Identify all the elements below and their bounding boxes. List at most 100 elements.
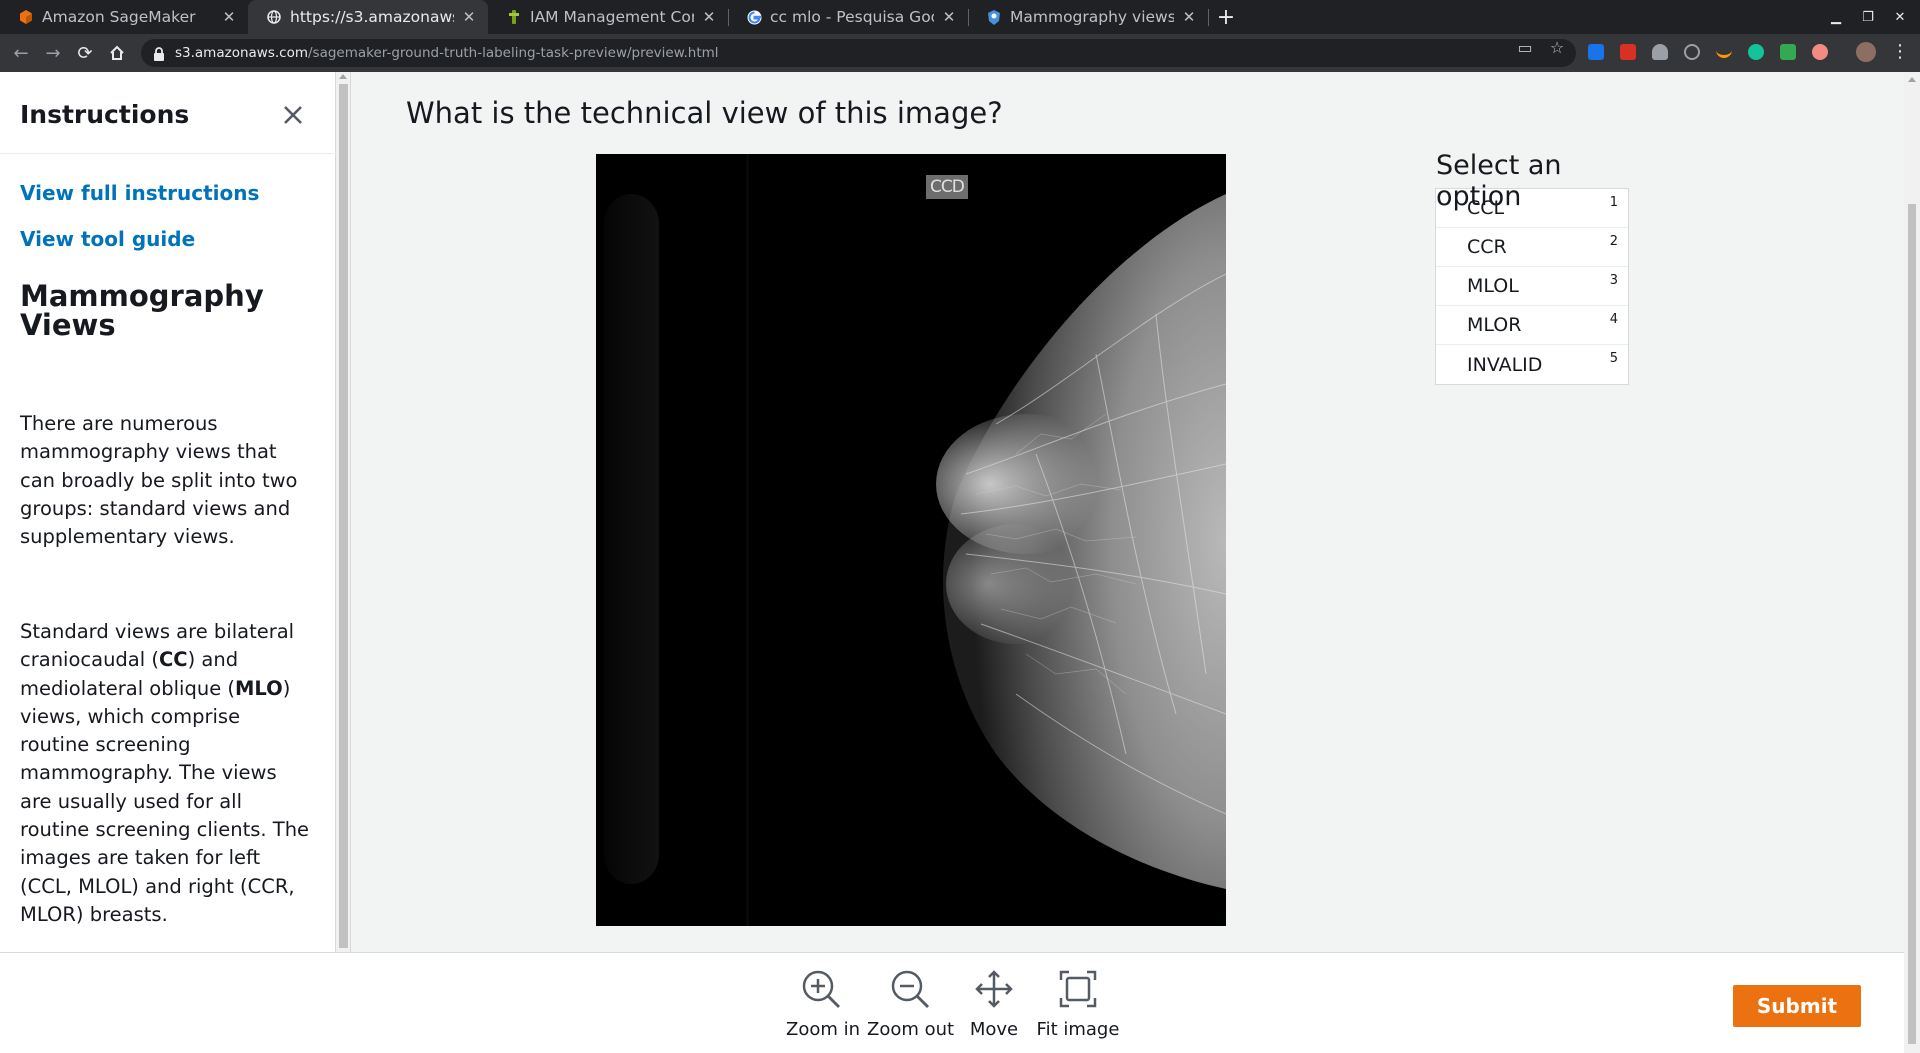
instructions-heading: Mammography Views xyxy=(20,279,264,342)
tab-title: cc mlo - Pesquisa Google xyxy=(770,8,934,26)
tab-close-icon[interactable]: ✕ xyxy=(940,8,958,26)
lock-icon xyxy=(153,46,167,61)
option-mlor[interactable]: MLOR 4 xyxy=(1436,306,1628,345)
view-tool-guide-link[interactable]: View tool guide xyxy=(20,227,195,251)
address-bar[interactable]: s3.amazonaws.com/sagemaker-ground-truth-… xyxy=(141,39,1576,67)
reload-icon[interactable]: ⟳ xyxy=(72,40,98,66)
option-label: MLOL xyxy=(1467,275,1519,297)
restore-icon[interactable]: ❐ xyxy=(1852,0,1884,34)
radiopaedia-icon xyxy=(986,9,1002,25)
option-label: CCL xyxy=(1467,197,1505,219)
extension-history-icon[interactable] xyxy=(1684,44,1700,60)
url-text: s3.amazonaws.com/sagemaker-ground-truth-… xyxy=(175,45,719,61)
move-button[interactable]: Move xyxy=(964,968,1024,1040)
zoom-in-button[interactable]: Zoom in xyxy=(786,968,861,1040)
tab-separator xyxy=(1208,9,1209,26)
bookmark-star-icon[interactable]: ☆ xyxy=(1546,38,1568,57)
new-tab-plus-icon[interactable]: + xyxy=(1213,0,1239,34)
instructions-header: Instructions xyxy=(0,72,336,154)
browser-menu-icon[interactable]: ⋮ xyxy=(1890,41,1910,62)
instructions-title: Instructions xyxy=(20,100,190,129)
option-label: CCR xyxy=(1467,236,1507,258)
option-ccl[interactable]: CCL 1 xyxy=(1436,189,1628,228)
tab-title: Mammography views | R xyxy=(1010,8,1174,26)
view-full-instructions-link[interactable]: View full instructions xyxy=(20,181,259,205)
install-app-icon[interactable]: ▭ xyxy=(1514,38,1536,57)
option-shortcut-key: 1 xyxy=(1609,195,1618,210)
tab-s3-preview[interactable]: https://s3.amazonaws.co ✕ xyxy=(248,0,488,34)
option-label: INVALID xyxy=(1467,353,1543,376)
instructions-paragraph: Standard views are bilateral craniocauda… xyxy=(20,620,310,926)
option-shortcut-key: 2 xyxy=(1609,234,1618,249)
tab-iam-console[interactable]: IAM Management Conso ✕ xyxy=(488,0,728,34)
grammarly-icon[interactable] xyxy=(1748,44,1764,60)
page-scrollbar[interactable] xyxy=(1904,72,1920,1053)
tab-close-icon[interactable]: ✕ xyxy=(700,8,718,26)
option-shortcut-key: 5 xyxy=(1609,351,1618,366)
forward-arrow-icon[interactable]: → xyxy=(40,40,66,66)
option-shortcut-key: 4 xyxy=(1609,312,1618,327)
move-label: Move xyxy=(969,1019,1019,1040)
scrollbar-thumb[interactable] xyxy=(339,84,348,948)
instructions-scrollbar[interactable] xyxy=(336,72,351,952)
profile-avatar[interactable] xyxy=(1856,42,1876,62)
zoom-out-button[interactable]: Zoom out xyxy=(867,968,955,1040)
option-mlol[interactable]: MLOL 3 xyxy=(1436,267,1628,306)
options-title: Select an option xyxy=(1436,150,1562,212)
tab-google-search[interactable]: cc mlo - Pesquisa Google ✕ xyxy=(728,0,968,34)
zoom-in-label: Zoom in xyxy=(786,1019,861,1040)
tab-title: Amazon SageMaker xyxy=(42,8,196,26)
scroll-up-arrow-icon[interactable] xyxy=(339,74,347,79)
zoom-in-icon xyxy=(802,970,840,1008)
browser-tab-strip: Amazon SageMaker ✕ https://s3.amazonaws.… xyxy=(0,0,1920,34)
tab-radiopaedia[interactable]: Mammography views | R ✕ xyxy=(968,0,1208,34)
scrollbar-thumb[interactable] xyxy=(1908,204,1916,1044)
option-ccr[interactable]: CCR 2 xyxy=(1436,228,1628,267)
option-label: MLOR xyxy=(1467,314,1522,336)
tab-separator xyxy=(968,9,969,26)
browser-toolbar: ← → ⟳ s3.amazonaws.com/sagemaker-ground-… xyxy=(0,34,1920,72)
extension-icon[interactable] xyxy=(1588,44,1604,60)
minimize-icon[interactable]: ▁ xyxy=(1820,0,1852,34)
extension-icon[interactable] xyxy=(1812,44,1828,60)
zoom-out-label: Zoom out xyxy=(867,1019,955,1040)
image-view-tag: CCD xyxy=(926,175,968,199)
amazon-assistant-icon[interactable] xyxy=(1716,48,1732,58)
extension-sheets-icon[interactable] xyxy=(1780,44,1796,60)
option-list: CCL 1 CCR 2 MLOL 3 MLOR 4 INVALID 5 xyxy=(1435,188,1629,385)
extension-icon[interactable] xyxy=(1620,44,1636,60)
move-arrows-icon xyxy=(975,970,1013,1008)
tab-amazon-sagemaker[interactable]: Amazon SageMaker ✕ xyxy=(0,0,248,34)
option-shortcut-key: 3 xyxy=(1609,273,1618,288)
back-arrow-icon[interactable]: ← xyxy=(8,40,34,66)
task-question: What is the technical view of this image… xyxy=(406,96,1003,130)
extension-shield-icon[interactable] xyxy=(1652,44,1668,60)
tab-title: https://s3.amazonaws.co xyxy=(290,8,454,26)
close-instructions-button[interactable] xyxy=(276,98,310,132)
fit-image-label: Fit image xyxy=(1036,1019,1120,1040)
home-icon[interactable] xyxy=(104,40,130,66)
iam-icon xyxy=(506,9,522,25)
tool-footer: Zoom in Zoom out Move Fit image Submit xyxy=(0,952,1904,1053)
tab-separator xyxy=(728,9,729,26)
submit-button[interactable]: Submit xyxy=(1733,985,1861,1027)
option-selector: Select an option CCL 1 CCR 2 MLOL 3 MLOR… xyxy=(1435,150,1635,385)
mammogram-image[interactable]: CCD xyxy=(596,154,1226,926)
zoom-out-icon xyxy=(891,970,929,1008)
close-window-icon[interactable]: ✕ xyxy=(1884,0,1916,34)
tab-close-icon[interactable]: ✕ xyxy=(220,8,238,26)
scroll-up-arrow-icon[interactable] xyxy=(1908,77,1916,82)
sagemaker-cube-icon xyxy=(18,9,34,25)
google-icon xyxy=(746,9,762,25)
globe-icon xyxy=(266,9,282,25)
tab-title: IAM Management Conso xyxy=(530,8,694,26)
tab-close-icon[interactable]: ✕ xyxy=(1180,8,1198,26)
instructions-paragraph: There are numerous mammography views tha… xyxy=(20,412,298,549)
tab-close-icon[interactable]: ✕ xyxy=(460,8,478,26)
fit-image-icon xyxy=(1059,970,1097,1008)
option-invalid[interactable]: INVALID 5 xyxy=(1436,345,1628,384)
close-icon xyxy=(284,106,302,124)
mammogram-picture xyxy=(596,154,1226,926)
fit-image-button[interactable]: Fit image xyxy=(1036,968,1120,1040)
instructions-panel: Instructions View full instructions View… xyxy=(0,72,336,952)
